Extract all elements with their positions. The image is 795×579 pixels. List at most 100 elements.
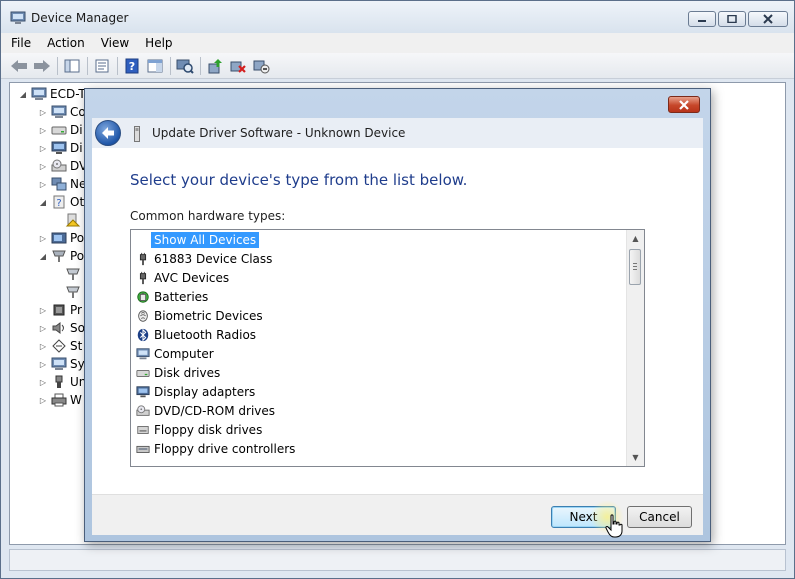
list-item[interactable]: Computer <box>136 344 214 363</box>
back-arrow-icon <box>102 127 114 139</box>
tree-item-label: Ot <box>70 195 85 209</box>
help-button[interactable]: ? <box>122 56 142 76</box>
expand-arrow-icon[interactable]: ▷ <box>38 324 48 333</box>
show-hide-console-tree-button[interactable] <box>62 56 82 76</box>
back-icon <box>11 59 27 72</box>
window-title: Device Manager <box>31 11 129 25</box>
mouse-cursor-icon <box>605 514 623 538</box>
tree-item[interactable]: ◢ Po <box>38 247 84 265</box>
expand-arrow-icon[interactable]: ▷ <box>38 342 48 351</box>
toolbar-separator <box>200 56 201 75</box>
tree-root[interactable]: ◢ ECD-T <box>18 85 86 103</box>
collapse-arrow-icon[interactable]: ◢ <box>38 198 48 207</box>
hardware-types-list[interactable]: Show All Devices 61883 Device Class AVC De… <box>130 229 645 467</box>
minimize-icon <box>698 20 706 22</box>
expand-arrow-icon[interactable]: ▷ <box>38 126 48 135</box>
list-item[interactable]: Floppy disk drives <box>136 420 262 439</box>
tree-item-label: So <box>70 321 85 335</box>
menu-file[interactable]: File <box>11 36 31 50</box>
list-item[interactable]: Batteries <box>136 287 208 306</box>
tree-item-label: Di <box>70 123 83 137</box>
device-icon <box>134 126 140 142</box>
tree-item[interactable]: ▷ Di <box>38 139 83 157</box>
disk-icon <box>136 369 150 377</box>
list-item-label: Disk drives <box>154 365 221 380</box>
vertical-scrollbar[interactable]: ▲ ▼ <box>626 230 644 466</box>
uninstall-button[interactable] <box>228 56 248 76</box>
expand-arrow-icon[interactable]: ▷ <box>38 162 48 171</box>
list-item[interactable]: Floppy drive controllers <box>136 439 295 458</box>
scan-hardware-button[interactable] <box>175 56 195 76</box>
tree-item-label: Pr <box>70 303 82 317</box>
tree-item[interactable] <box>62 211 84 229</box>
list-item[interactable]: DVD/CD-ROM drives <box>136 401 275 420</box>
expand-arrow-icon[interactable]: ▷ <box>38 234 48 243</box>
list-item[interactable]: Display adapters <box>136 382 255 401</box>
tree-item[interactable]: ▷ So <box>38 319 85 337</box>
toolbar-separator <box>87 56 88 75</box>
disable-icon <box>253 60 270 73</box>
action-pane-button[interactable] <box>145 56 165 76</box>
close-button[interactable] <box>748 11 788 27</box>
tree-item[interactable]: ▷ Un <box>38 373 86 391</box>
update-driver-button[interactable] <box>205 56 225 76</box>
scroll-up-arrow-icon[interactable]: ▲ <box>627 230 644 247</box>
expand-arrow-icon[interactable]: ▷ <box>38 306 48 315</box>
maximize-button[interactable] <box>718 11 746 27</box>
menu-action[interactable]: Action <box>47 36 85 50</box>
expand-arrow-icon[interactable]: ▷ <box>38 144 48 153</box>
expand-arrow-icon[interactable]: ▷ <box>38 378 48 387</box>
wizard-back-button[interactable] <box>95 120 121 146</box>
tree-item[interactable]: ▷ Sy <box>38 355 85 373</box>
disk-icon <box>51 126 67 135</box>
tree-item[interactable]: ▷ Ne <box>38 175 86 193</box>
tree-item[interactable] <box>62 283 84 301</box>
expand-arrow-icon[interactable]: ▷ <box>38 360 48 369</box>
properties-icon <box>95 59 109 72</box>
dialog-close-button[interactable] <box>668 96 700 113</box>
tree-item[interactable]: ▷ W <box>38 391 82 409</box>
menu-help[interactable]: Help <box>145 36 172 50</box>
menu-view[interactable]: View <box>101 36 129 50</box>
instruction-heading: Select your device's type from the list … <box>130 171 468 189</box>
tree-item-label: Sy <box>70 357 85 371</box>
port-icon <box>66 286 80 298</box>
scroll-down-arrow-icon[interactable]: ▼ <box>627 449 644 466</box>
list-item[interactable]: 61883 Device Class <box>136 249 272 268</box>
list-item-selected[interactable]: Show All Devices <box>151 230 260 249</box>
expand-arrow-icon[interactable]: ▷ <box>38 108 48 117</box>
disable-button[interactable] <box>251 56 271 76</box>
maximize-icon <box>727 15 737 23</box>
status-bar <box>9 549 786 571</box>
tree-item[interactable]: ▷ Pr <box>38 301 82 319</box>
minimize-button[interactable] <box>688 11 716 27</box>
forward-icon <box>34 59 50 72</box>
update-driver-dialog: Update Driver Software - Unknown Device … <box>84 88 711 542</box>
expand-arrow-icon[interactable]: ▷ <box>38 396 48 405</box>
tree-item[interactable]: ▷ St <box>38 337 82 355</box>
tree-item[interactable]: ▷ Co <box>38 103 86 121</box>
title-bar: Device Manager <box>1 1 794 33</box>
list-item-label: Biometric Devices <box>154 308 263 323</box>
list-item[interactable]: Disk drives <box>136 363 220 382</box>
expand-arrow-icon[interactable]: ▷ <box>38 180 48 189</box>
cancel-button[interactable]: Cancel <box>627 506 692 528</box>
list-item[interactable]: Bluetooth Radios <box>136 325 256 344</box>
dialog-body: Select your device's type from the list … <box>92 148 703 494</box>
tree-item[interactable]: ▷ Di <box>38 121 83 139</box>
scroll-thumb[interactable] <box>629 249 641 285</box>
back-button[interactable] <box>9 56 29 76</box>
network-icon <box>51 177 67 191</box>
list-item-label: Batteries <box>154 289 209 304</box>
tree-item[interactable]: ▷ DV <box>38 157 87 175</box>
list-item[interactable]: Biometric Devices <box>136 306 263 325</box>
list-item[interactable]: AVC Devices <box>136 268 229 287</box>
forward-button[interactable] <box>32 56 52 76</box>
collapse-arrow-icon[interactable]: ◢ <box>18 90 28 99</box>
tree-item[interactable] <box>62 265 84 283</box>
tree-item-label: W <box>70 393 82 407</box>
tree-item[interactable]: ◢? Ot <box>38 193 84 211</box>
tree-item[interactable]: ▷ Po <box>38 229 84 247</box>
properties-button[interactable] <box>92 56 112 76</box>
collapse-arrow-icon[interactable]: ◢ <box>38 252 48 261</box>
